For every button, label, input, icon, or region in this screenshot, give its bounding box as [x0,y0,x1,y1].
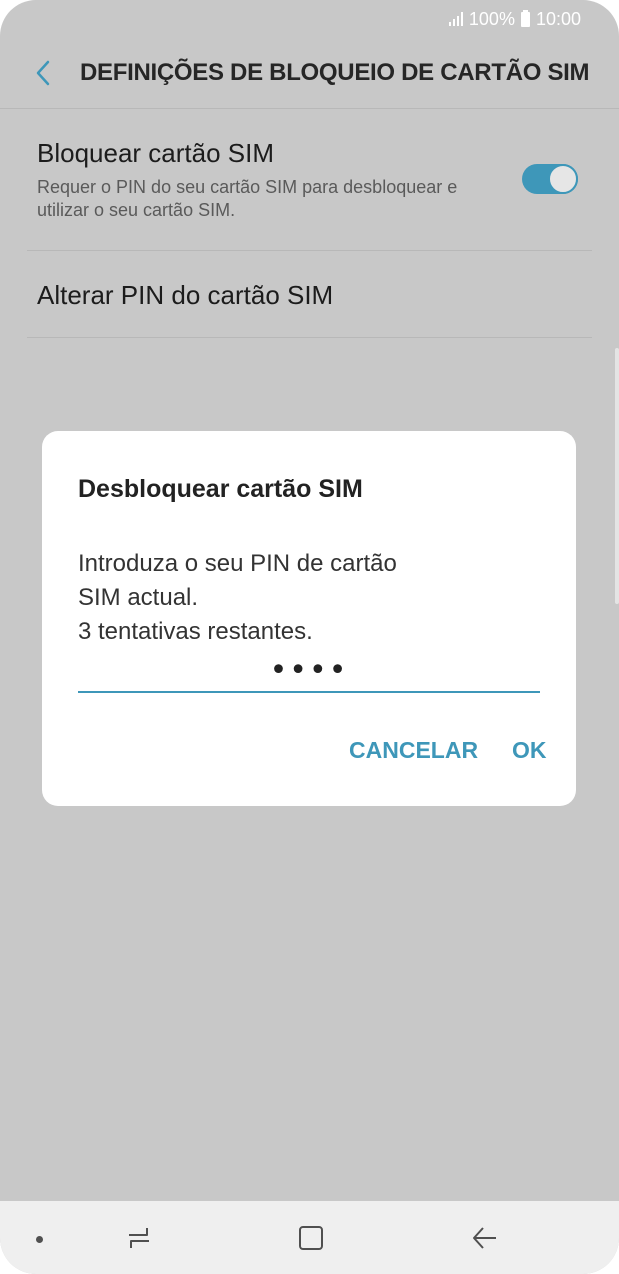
status-bar: 100% 10:00 [0,0,619,38]
setting-lock-sim[interactable]: Bloquear cartão SIM Requer o PIN do seu … [27,108,592,251]
dialog-message-line: Introduza o seu PIN de cartão [78,550,397,577]
dialog-message: Introduza o seu PIN de cartão SIM actual… [78,547,397,649]
page-title: DEFINIÇÕES DE BLOQUEIO DE CARTÃO SIM [80,59,590,86]
battery-percent: 100% [468,8,515,29]
phone-screen: 100% 10:00 DEFINIÇÕES DE BLOQUEIO DE CAR… [0,0,619,1274]
battery-icon [520,9,530,27]
home-icon [299,1226,323,1250]
setting-change-pin[interactable]: Alterar PIN do cartão SIM [27,250,592,338]
lock-sim-toggle[interactable] [522,164,578,194]
clock: 10:00 [535,8,581,29]
dialog-message-line: SIM actual. [78,584,199,611]
cancel-button[interactable]: CANCELAR [349,737,478,764]
signal-icon [448,12,463,26]
navigation-bar [0,1201,619,1274]
recent-apps-icon [129,1228,149,1248]
app-header: DEFINIÇÕES DE BLOQUEIO DE CARTÃO SIM [0,38,619,109]
back-icon [473,1227,496,1249]
home-button[interactable] [296,1223,326,1253]
ok-button[interactable]: OK [512,737,547,764]
chevron-left-icon [36,60,50,86]
back-button[interactable] [28,58,58,88]
toggle-thumb [548,164,578,194]
nav-back-button[interactable] [470,1223,500,1253]
unlock-sim-dialog: Desbloquear cartão SIM Introduza o seu P… [42,431,576,806]
setting-lock-sim-description: Requer o PIN do seu cartão SIM para desb… [37,177,458,220]
dialog-title: Desbloquear cartão SIM [78,475,363,503]
setting-change-pin-title: Alterar PIN do cartão SIM [37,280,334,310]
recent-apps-button[interactable] [124,1223,154,1253]
dot-icon[interactable] [36,1236,43,1243]
pin-input[interactable] [78,649,540,693]
setting-lock-sim-title: Bloquear cartão SIM [37,138,275,168]
scrollbar[interactable] [615,348,619,604]
dialog-message-line: 3 tentativas restantes. [78,618,313,645]
